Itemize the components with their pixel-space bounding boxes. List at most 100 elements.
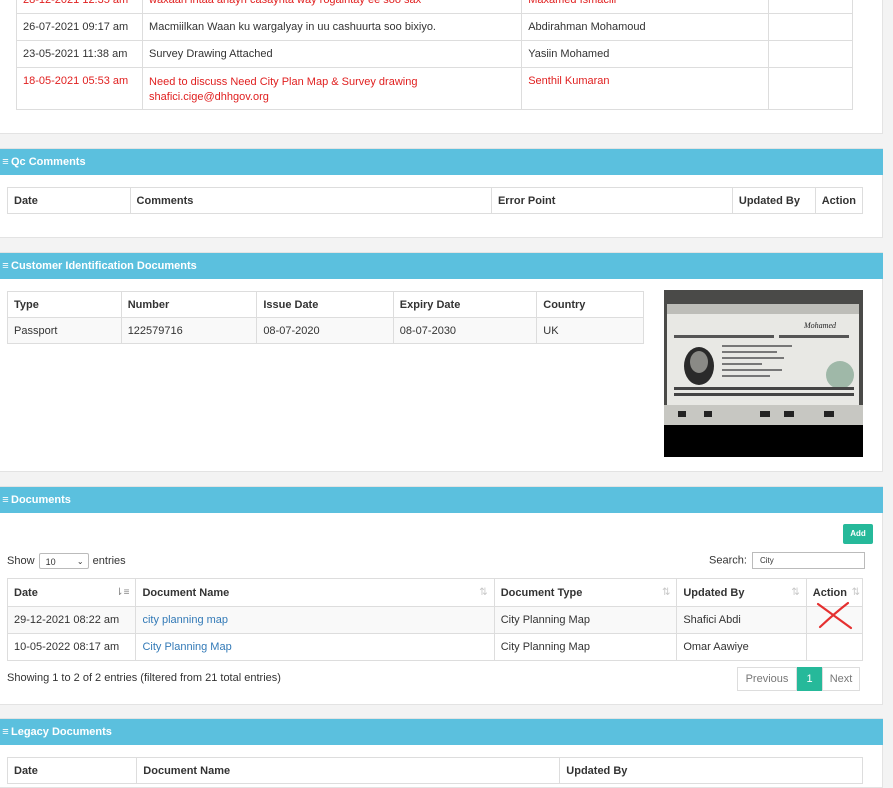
comment-text-line1: Need to discuss Need City Plan Map & Sur… [149, 76, 418, 88]
col-action[interactable]: Action [814, 187, 864, 214]
documents-table: Date ⇂≡ Document Name ⇅ Document Type ⇅ Upd… [6, 578, 864, 661]
doc-type: City Planning Map [493, 633, 678, 661]
svg-text:Mohamed: Mohamed [803, 321, 837, 330]
menu-icon: ≡ [2, 260, 9, 272]
doc-date: 10-05-2022 08:17 am [6, 633, 137, 661]
table-row: 23-05-2021 11:38 am Survey Drawing Attac… [15, 40, 853, 68]
col-expiry-date: Expiry Date [392, 291, 538, 318]
comment-date: 28-12-2021 12:35 am [15, 0, 144, 14]
passport-image[interactable]: Mohamed [664, 290, 863, 457]
id-country: UK [536, 317, 644, 344]
comment-action [768, 13, 853, 41]
cid-header: ≡ Customer Identification Documents [0, 253, 883, 279]
cid-table: Type Number Issue Date Expiry Date Count… [7, 291, 644, 344]
comment-date: 26-07-2021 09:17 am [15, 13, 144, 41]
id-issue-date: 08-07-2020 [256, 317, 394, 344]
sort-icon: ⇅ [479, 586, 488, 598]
table-info: Showing 1 to 2 of 2 entries (filtered fr… [7, 672, 281, 684]
doc-updated-by: Shafici Abdi [676, 606, 807, 634]
menu-icon: ≡ [2, 494, 9, 506]
col-updated-by[interactable]: Updated By [731, 187, 816, 214]
col-document-type[interactable]: Document Type ⇅ [493, 578, 678, 607]
sort-icon: ⇅ [661, 586, 671, 598]
table-header-row: Date ⇂≡ Document Name ⇅ Document Type ⇅ Upd… [6, 578, 864, 607]
col-document-name[interactable]: Document Name ⇅ [135, 578, 495, 607]
doc-name[interactable]: City Planning Map [142, 641, 231, 653]
next-button[interactable]: Next [822, 667, 860, 691]
col-date[interactable]: Date ⇂≡ [6, 578, 137, 607]
doc-name-link[interactable]: City Planning Map [135, 633, 495, 661]
cid-title: Customer Identification Documents [11, 260, 197, 272]
col-type: Type [7, 291, 122, 318]
col-error-point[interactable]: Error Point [490, 187, 733, 214]
col-updated-by[interactable]: Updated By [559, 757, 863, 784]
doc-date: 29-12-2021 08:22 am [6, 606, 137, 634]
legacy-title: Legacy Documents [11, 726, 112, 738]
doc-action [805, 633, 864, 661]
col-comments[interactable]: Comments [129, 187, 492, 214]
comment-author: Abdirahman Mohamoud [521, 13, 770, 41]
legacy-table: Date Document Name Updated By [6, 757, 863, 784]
sort-icon: ⇅ [851, 586, 860, 598]
menu-icon: ≡ [2, 726, 9, 738]
col-updated-by-label: Updated By [683, 586, 745, 599]
doc-updated-by: Omar Aawiye [676, 633, 807, 661]
qc-table: Date Comments Error Point Updated By Act… [7, 187, 864, 214]
page-length-control: Show 10 ⌄ entries [7, 553, 126, 570]
show-label: Show [7, 555, 35, 567]
comment-action [768, 67, 853, 110]
col-country: Country [536, 291, 644, 318]
table-header-row: Date Comments Error Point Updated By Act… [7, 187, 864, 214]
delete-icon[interactable] [815, 601, 855, 631]
id-number: 122579716 [120, 317, 258, 344]
doc-name[interactable]: city planning map [142, 614, 228, 626]
menu-icon: ≡ [2, 156, 9, 168]
col-updated-by[interactable]: Updated By ⇅ [676, 578, 807, 607]
search-label: Search: [709, 554, 747, 567]
table-row: Passport 122579716 08-07-2020 08-07-2030… [7, 317, 644, 344]
pagination: Previous 1 Next [737, 667, 860, 691]
comment-text: Survey Drawing Attached [142, 40, 523, 68]
table-row: 10-05-2022 08:17 am City Planning Map Ci… [6, 633, 864, 661]
qc-title: Qc Comments [11, 156, 86, 168]
passport-scan-graphic: Mohamed [664, 290, 863, 457]
id-type: Passport [7, 317, 122, 344]
comment-action [768, 0, 853, 14]
documents-header: ≡ Documents [0, 487, 883, 513]
id-expiry-date: 08-07-2030 [392, 317, 538, 344]
sort-icon: ⇅ [791, 586, 800, 598]
previous-button[interactable]: Previous [737, 667, 797, 691]
table-row: 29-12-2021 08:22 am city planning map Ci… [6, 601, 864, 634]
entries-label: entries [92, 555, 126, 567]
doc-name-link[interactable]: city planning map [135, 606, 495, 634]
page-1-button[interactable]: 1 [797, 667, 822, 691]
sort-desc-icon: ⇂≡ [115, 586, 130, 598]
comment-action [768, 40, 853, 68]
add-document-button[interactable]: Add [843, 524, 873, 544]
search-input[interactable]: City [751, 552, 865, 569]
table-header-row: Type Number Issue Date Expiry Date Count… [7, 291, 644, 318]
table-row: 26-07-2021 09:17 am Macmiilkan Waan ku w… [15, 13, 853, 41]
legacy-header: ≡ Legacy Documents [0, 719, 883, 745]
col-date[interactable]: Date [6, 757, 138, 784]
page-length-select[interactable]: 10 ⌄ [38, 553, 89, 570]
comment-text: Macmiilkan Waan ku wargalyay in uu cashu… [142, 13, 523, 41]
comments-table: 28-12-2021 12:35 am waxaan intaa anayn c… [15, 0, 853, 110]
comment-date: 18-05-2021 05:53 am [15, 67, 144, 110]
comment-text-line2: shafici.cige@dhhgov.org [149, 91, 269, 103]
doc-type: City Planning Map [493, 606, 678, 634]
col-date[interactable]: Date [7, 187, 131, 214]
chevron-down-icon: ⌄ [76, 557, 84, 567]
col-document-type-label: Document Type [500, 586, 583, 599]
col-date-label: Date [14, 586, 38, 599]
page-length-value: 10 [45, 557, 56, 568]
table-header-row: Date Document Name Updated By [6, 757, 863, 784]
col-action-label: Action [812, 586, 848, 599]
col-document-name[interactable]: Document Name [136, 757, 561, 784]
comment-author: Yasiin Mohamed [521, 40, 770, 68]
qc-header: ≡ Qc Comments [0, 149, 883, 175]
doc-action [805, 601, 864, 634]
comment-text: Need to discuss Need City Plan Map & Sur… [142, 67, 523, 110]
col-document-name-label: Document Name [142, 586, 230, 599]
comment-date: 23-05-2021 11:38 am [15, 40, 144, 68]
